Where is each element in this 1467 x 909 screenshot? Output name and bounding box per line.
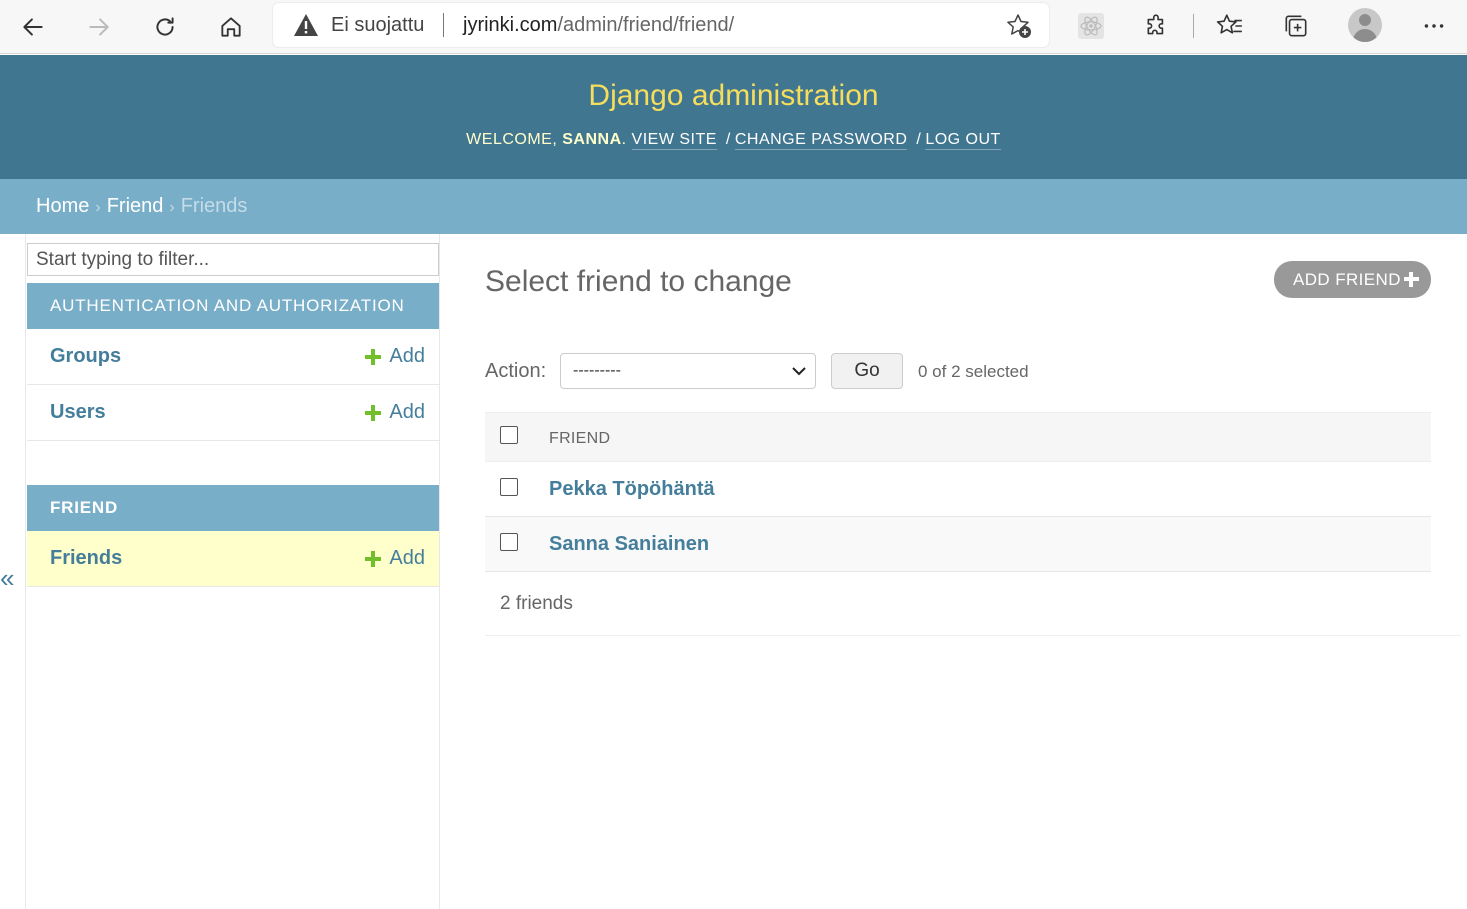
page-title: Select friend to change (485, 265, 792, 298)
add-icon (365, 404, 382, 421)
breadcrumb-app[interactable]: Friend (107, 195, 164, 217)
add-friends-link[interactable]: Add (365, 547, 425, 570)
add-icon (365, 550, 382, 567)
paginator: 2 friends (485, 572, 1461, 636)
extensions-icon[interactable] (1142, 11, 1172, 41)
address-bar[interactable]: Ei suojattu jyrinki.com/admin/friend/fri… (273, 3, 1049, 47)
sidebar-item-friends: Friends Add (27, 531, 439, 587)
toggle-nav-sidebar[interactable]: « (0, 563, 14, 594)
table-row: Pekka Töpöhäntä (485, 462, 1431, 517)
log-out-link[interactable]: LOG OUT (925, 131, 1001, 150)
url-host: jyrinki.com (463, 14, 558, 36)
favorites-icon[interactable] (1215, 11, 1245, 41)
model-link-friends[interactable]: Friends (50, 547, 122, 570)
chevron-down-icon (792, 367, 806, 376)
add-friend-button[interactable]: ADD FRIEND (1274, 261, 1431, 298)
address-divider (443, 13, 444, 37)
react-devtools-icon[interactable] (1076, 11, 1106, 41)
breadcrumb-home[interactable]: Home (36, 195, 89, 217)
action-selected-value: --------- (573, 362, 621, 379)
row-checkbox[interactable] (500, 533, 518, 551)
add-label: Add (389, 345, 425, 367)
user-tools-separator: / (916, 131, 922, 148)
browser-toolbar: Ei suojattu jyrinki.com/admin/friend/fri… (0, 0, 1467, 54)
table-header: FRIEND (485, 412, 1431, 462)
breadcrumb-separator: › (95, 199, 101, 216)
avatar-body (1353, 29, 1377, 42)
site-name[interactable]: Django administration (0, 79, 1467, 113)
breadcrumb: Home › Friend › Friends (0, 179, 1467, 234)
add-icon (365, 348, 382, 365)
friend-link[interactable]: Sanna Saniainen (549, 533, 709, 556)
model-link-users[interactable]: Users (50, 401, 106, 424)
username: SANNA (562, 131, 622, 148)
nav-sidebar: AUTHENTICATION AND AUTHORIZATION Groups … (25, 234, 440, 909)
add-label: Add (389, 547, 425, 569)
model-link-groups[interactable]: Groups (50, 345, 121, 368)
add-groups-link[interactable]: Add (365, 345, 425, 368)
add-friend-label: ADD FRIEND (1293, 270, 1401, 289)
column-header-friend[interactable]: FRIEND (549, 430, 610, 448)
avatar-head (1359, 14, 1371, 26)
sidebar-item-users: Users Add (27, 385, 439, 441)
collections-icon[interactable] (1281, 11, 1311, 41)
select-all-checkbox[interactable] (500, 426, 518, 444)
toolbar-divider (1193, 14, 1194, 38)
add-favorite-icon[interactable] (1005, 12, 1033, 40)
back-arrow-icon[interactable] (15, 9, 51, 45)
row-checkbox[interactable] (500, 478, 518, 496)
add-users-link[interactable]: Add (365, 401, 425, 424)
home-icon[interactable] (213, 9, 249, 45)
sidebar-item-groups: Groups Add (27, 329, 439, 385)
action-label: Action: (485, 360, 547, 382)
forward-arrow-icon[interactable] (81, 9, 117, 45)
url-path: /admin/friend/friend/ (557, 14, 735, 36)
url-text[interactable]: jyrinki.com/admin/friend/friend/ (463, 14, 734, 37)
change-password-link[interactable]: CHANGE PASSWORD (734, 131, 908, 150)
view-site-link[interactable]: VIEW SITE (631, 131, 717, 150)
module-caption-auth[interactable]: AUTHENTICATION AND AUTHORIZATION (27, 283, 439, 329)
welcome-punct: . (621, 131, 627, 148)
friend-link[interactable]: Pekka Töpöhäntä (549, 478, 715, 501)
table-row: Sanna Saniainen (485, 517, 1431, 572)
warning-icon (294, 14, 318, 36)
selected-count: 0 of 2 selected (918, 362, 1029, 381)
go-button[interactable]: Go (831, 353, 903, 389)
add-label: Add (389, 401, 425, 423)
refresh-icon[interactable] (147, 9, 183, 45)
breadcrumb-current: Friends (180, 195, 248, 217)
more-options-icon[interactable] (1419, 11, 1449, 41)
action-select[interactable]: --------- (560, 353, 816, 389)
profile-avatar[interactable] (1348, 8, 1382, 42)
not-secure-label[interactable]: Ei suojattu (331, 14, 424, 37)
plus-icon (1404, 272, 1419, 287)
result-list: FRIEND Pekka Töpöhäntä Sanna Saniainen (485, 412, 1431, 572)
user-tools: WELCOME, SANNA. VIEW SITE / CHANGE PASSWO… (0, 131, 1467, 150)
module-caption-friend[interactable]: FRIEND (27, 485, 439, 531)
admin-header: Django administration WELCOME, SANNA. VI… (0, 55, 1467, 179)
breadcrumb-separator: › (169, 199, 175, 216)
nav-filter-input[interactable] (27, 243, 439, 276)
user-tools-separator: / (725, 131, 731, 148)
welcome-text: WELCOME, (466, 131, 563, 148)
